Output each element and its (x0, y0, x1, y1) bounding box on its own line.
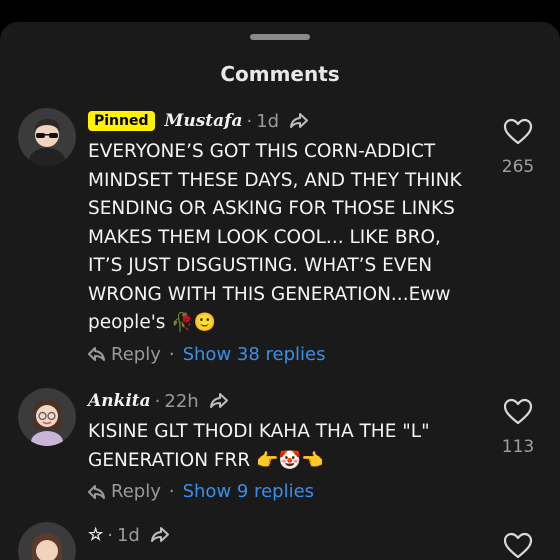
separator-dot: · (246, 110, 253, 132)
comment-meta: ☆ · 1d (88, 522, 493, 548)
like-button[interactable] (498, 532, 538, 560)
username[interactable]: Mustafa (165, 111, 243, 131)
heart-outline-icon (503, 118, 533, 145)
separator-dot: · (168, 481, 175, 502)
like-count: 265 (501, 157, 535, 177)
reply-arrow-icon (88, 347, 105, 361)
comment-text: EVERYONE’S GOT THIS CORN-ADDICT MINDSET … (88, 138, 493, 338)
share-arrow-icon[interactable] (209, 392, 229, 410)
username[interactable]: Ankita (88, 391, 151, 411)
show-replies-link[interactable]: Show 9 replies (183, 481, 314, 502)
avatar[interactable] (18, 388, 76, 446)
separator-dot: · (168, 343, 175, 365)
separator-dot: · (107, 524, 113, 546)
comment-body: ☆ · 1d (88, 522, 493, 548)
pinned-badge: Pinned (88, 111, 155, 131)
comment-actions: Reply · Show 38 replies (88, 344, 493, 365)
avatar[interactable] (18, 522, 76, 560)
reply-button[interactable]: Reply (88, 481, 161, 502)
avatar[interactable] (18, 108, 76, 166)
reply-arrow-icon (88, 484, 105, 499)
comment-meta: Ankita · 22h (88, 388, 493, 414)
like-count: 113 (501, 437, 535, 457)
comment-body: Pinned Mustafa · 1d EVERYONE’S GOT THIS … (88, 108, 493, 365)
drag-handle[interactable] (250, 34, 310, 40)
comment-body: Ankita · 22h KISINE GLT THODI KAHA THA T… (88, 388, 493, 502)
like-button[interactable]: 265 (498, 118, 538, 177)
timestamp: 1d (116, 524, 140, 546)
comment-text-content: EVERYONE’S GOT THIS CORN-ADDICT MINDSET … (88, 141, 462, 333)
timestamp: 22h (164, 390, 199, 412)
comment-text: KISINE GLT THODI KAHA THA THE "L" GENERA… (88, 418, 493, 475)
timestamp: 1d (256, 110, 280, 132)
heart-outline-icon (503, 532, 533, 559)
share-arrow-icon[interactable] (150, 526, 170, 544)
comment-meta: Pinned Mustafa · 1d (88, 108, 493, 134)
reply-label: Reply (111, 343, 161, 365)
comments-sheet: Comments Pinned Mustafa · 1d EVERYONE’S … (0, 22, 560, 560)
show-replies-link[interactable]: Show 38 replies (183, 344, 326, 365)
emoji: 👉🤡👈 (256, 449, 324, 471)
separator-dot: · (154, 390, 161, 412)
username[interactable]: ☆ (88, 525, 103, 545)
heart-outline-icon (503, 398, 533, 425)
reply-label: Reply (111, 481, 161, 502)
like-button[interactable]: 113 (498, 398, 538, 457)
comments-title: Comments (220, 62, 340, 86)
comment-actions: Reply · Show 9 replies (88, 481, 493, 502)
share-arrow-icon[interactable] (289, 112, 309, 130)
emoji: 🥀🙂 (171, 312, 217, 333)
reply-button[interactable]: Reply (88, 344, 161, 365)
